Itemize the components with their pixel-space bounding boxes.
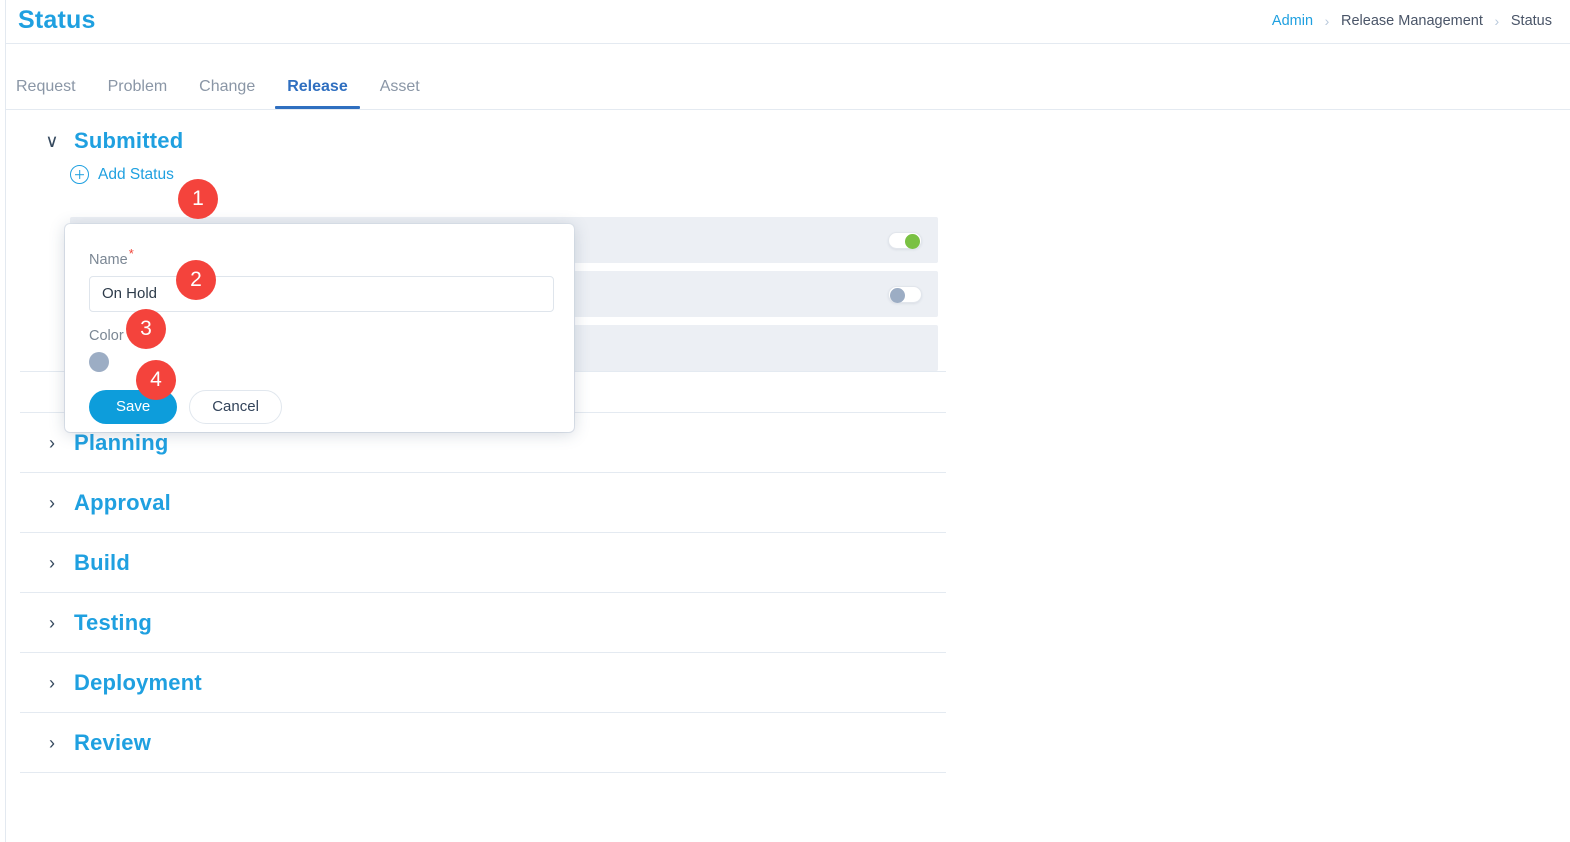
callout-badge-2: 2 (176, 260, 216, 300)
app-root: Status Admin › Release Management › Stat… (0, 0, 1570, 842)
add-status-button[interactable]: Add Status (70, 165, 174, 184)
tab-asset[interactable]: Asset (364, 79, 436, 109)
toggle-knob (905, 233, 920, 249)
name-label-text: Name (89, 251, 128, 268)
breadcrumb: Admin › Release Management › Status (1272, 13, 1552, 29)
plus-circle-icon (70, 165, 89, 184)
callout-badge-4: 4 (136, 360, 176, 400)
status-toggle[interactable] (888, 285, 922, 303)
breadcrumb-separator-icon: › (1324, 13, 1330, 29)
chevron-right-icon: › (49, 672, 55, 693)
chevron-right-icon: › (49, 612, 55, 633)
section-deployment[interactable]: › Deployment (20, 653, 946, 713)
chevron-right-icon: › (49, 432, 55, 453)
tab-change[interactable]: Change (183, 79, 271, 109)
section-submitted-header[interactable]: ∨ Submitted (20, 111, 946, 171)
toggle-knob (890, 287, 905, 303)
cancel-button[interactable]: Cancel (189, 389, 282, 424)
chevron-right-icon: › (49, 552, 55, 573)
tab-release[interactable]: Release (271, 79, 364, 109)
status-toggle[interactable] (888, 231, 922, 249)
color-swatch[interactable] (89, 351, 109, 372)
section-submitted-title: Submitted (74, 128, 184, 153)
collapsed-section-list: › Planning › Approval › Build › Testing … (20, 412, 946, 773)
section-build-title: Build (74, 549, 130, 575)
page-header: Status Admin › Release Management › Stat… (0, 0, 1570, 44)
section-deployment-title: Deployment (74, 669, 202, 695)
chevron-right-icon: › (49, 732, 55, 753)
breadcrumb-separator-icon: › (1494, 13, 1500, 29)
breadcrumb-item-status: Status (1510, 13, 1552, 29)
breadcrumb-item-release-management[interactable]: Release Management (1341, 13, 1483, 29)
add-status-label: Add Status (98, 165, 174, 183)
name-field-label: Name* (89, 246, 550, 268)
breadcrumb-item-admin[interactable]: Admin (1272, 13, 1313, 29)
section-planning-title: Planning (74, 429, 169, 455)
tab-request[interactable]: Request (0, 79, 92, 109)
callout-badge-3: 3 (126, 309, 166, 349)
section-approval-title: Approval (74, 489, 171, 515)
chevron-right-icon: › (49, 492, 55, 513)
name-input[interactable] (89, 275, 554, 312)
tab-bar: Request Problem Change Release Asset (0, 44, 1570, 110)
page-title: Status (18, 6, 96, 34)
section-approval[interactable]: › Approval (20, 473, 946, 533)
section-review-title: Review (74, 729, 152, 755)
section-build[interactable]: › Build (20, 533, 946, 593)
section-testing[interactable]: › Testing (20, 593, 946, 653)
main-content: ∨ Submitted Add Status › Planning › Appr… (6, 111, 1570, 842)
callout-badge-1: 1 (178, 179, 218, 219)
section-review[interactable]: › Review (20, 713, 946, 773)
chevron-down-icon: ∨ (45, 131, 59, 151)
required-asterisk: * (128, 246, 134, 261)
section-testing-title: Testing (74, 609, 152, 635)
left-rail (0, 0, 6, 842)
tab-problem[interactable]: Problem (92, 79, 184, 109)
tab-list: Request Problem Change Release Asset (0, 43, 436, 109)
